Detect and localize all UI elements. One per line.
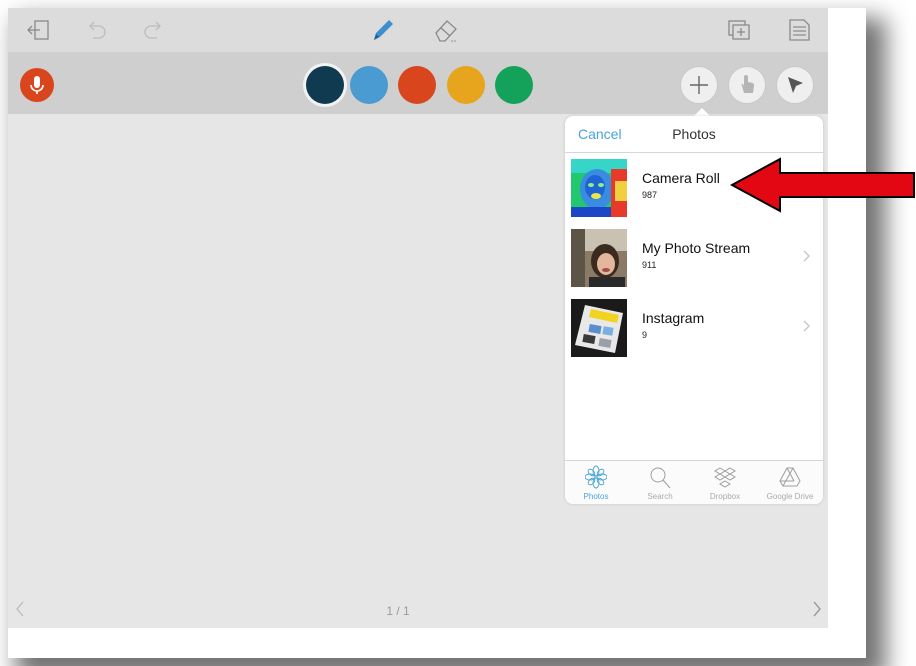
color-swatch-yellow[interactable]	[447, 66, 485, 104]
microphone-icon	[30, 76, 44, 94]
annotation-arrow-icon	[730, 157, 915, 213]
previous-page-icon[interactable]	[14, 600, 26, 618]
tab-label: Search	[647, 492, 673, 501]
album-title: Instagram	[642, 310, 705, 326]
color-swatch-red[interactable]	[398, 66, 436, 104]
popover-title: Photos	[672, 126, 716, 142]
tab-dropbox[interactable]: Dropbox	[694, 461, 756, 504]
album-thumbnail	[571, 159, 627, 217]
album-row-my-photo-stream[interactable]: My Photo Stream 911	[565, 224, 823, 294]
arrow-pointer-icon	[788, 77, 803, 93]
flower-icon	[585, 465, 607, 489]
album-title: Camera Roll	[642, 170, 720, 186]
album-count: 987	[642, 190, 658, 200]
color-swatch-blue[interactable]	[350, 66, 388, 104]
undo-icon[interactable]	[84, 17, 110, 43]
tab-search[interactable]: Search	[629, 461, 691, 504]
eraser-icon[interactable]	[433, 17, 459, 43]
hand-tool-button[interactable]	[728, 66, 766, 104]
album-count: 9	[642, 330, 648, 340]
popover-header: Cancel Photos	[565, 116, 823, 153]
add-page-icon[interactable]	[726, 17, 752, 43]
screen: 1 / 1 Cancel Photos Camera Roll 987 My P…	[8, 8, 828, 628]
tab-label: Google Drive	[766, 492, 814, 501]
tab-photos[interactable]: Photos	[565, 461, 627, 504]
album-count: 911	[642, 260, 657, 270]
next-page-icon[interactable]	[811, 600, 823, 618]
plus-icon	[690, 76, 708, 94]
album-thumbnail	[571, 229, 627, 287]
chevron-right-icon	[803, 250, 810, 262]
hand-pointer-icon	[741, 75, 754, 93]
tab-label: Dropbox	[709, 492, 741, 501]
google-drive-icon	[779, 467, 801, 487]
top-toolbar	[8, 8, 828, 52]
album-title: My Photo Stream	[642, 240, 751, 256]
album-thumbnail	[571, 299, 627, 357]
dropbox-icon	[714, 467, 736, 488]
color-swatch-navy[interactable]	[306, 66, 344, 104]
chevron-right-icon	[803, 320, 810, 332]
album-row-instagram[interactable]: Instagram 9	[565, 294, 823, 364]
notes-icon[interactable]	[786, 17, 812, 43]
magnifier-icon	[650, 467, 671, 489]
exit-icon[interactable]	[26, 17, 52, 43]
redo-icon[interactable]	[140, 17, 166, 43]
microphone-button[interactable]	[20, 68, 54, 102]
add-button[interactable]	[680, 66, 718, 104]
tab-google-drive[interactable]: Google Drive	[759, 461, 821, 504]
pencil-icon[interactable]	[370, 17, 396, 43]
source-tab-bar: Photos Search Dropbox Google Drive	[565, 460, 823, 504]
tab-label: Photos	[583, 492, 609, 501]
page-indicator: 1 / 1	[386, 604, 410, 618]
color-swatch-green[interactable]	[495, 66, 533, 104]
pointer-tool-button[interactable]	[776, 66, 814, 104]
